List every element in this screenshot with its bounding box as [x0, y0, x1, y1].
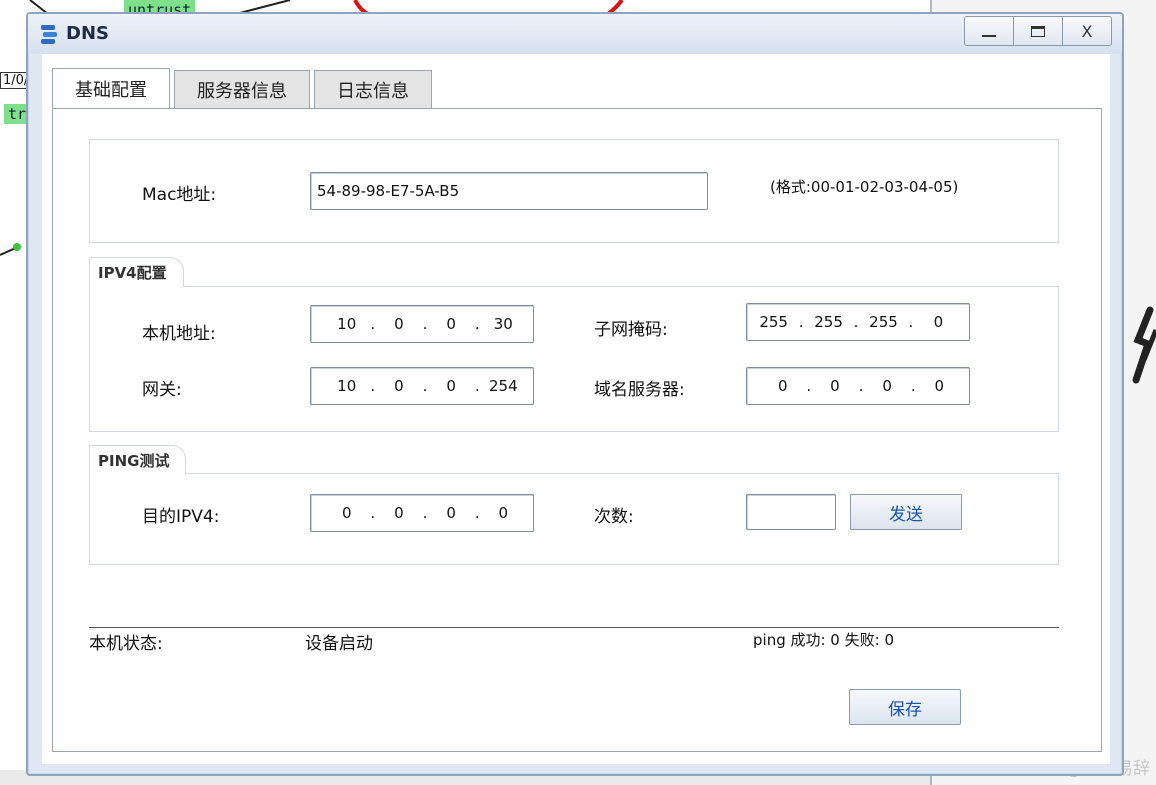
dns-server-field[interactable]: 0. 0. 0. 0: [746, 367, 970, 405]
mac-label: Mac地址:: [142, 185, 217, 205]
ping-count-field[interactable]: [746, 494, 836, 530]
gateway-label: 网关:: [142, 380, 182, 400]
ip-octet[interactable]: 10: [329, 315, 364, 333]
ping-group-title: PING测试: [89, 445, 187, 475]
ipv4-group-title: IPV4配置: [89, 257, 184, 287]
ip-octet[interactable]: 10: [329, 377, 364, 395]
tab-log-info[interactable]: 日志信息: [314, 70, 432, 108]
ip-octet[interactable]: 0: [922, 377, 957, 395]
maximize-icon: [1031, 25, 1045, 37]
window-title: DNS: [66, 23, 109, 44]
ip-octet[interactable]: 0: [486, 504, 521, 522]
ip-octet[interactable]: 255: [810, 313, 847, 331]
ip-octet[interactable]: 0: [920, 313, 957, 331]
dest-ipv4-field[interactable]: 0. 0. 0. 0: [310, 494, 534, 532]
mac-format-hint: (格式:00-01-02-03-04-05): [770, 178, 959, 196]
subnet-mask-label: 子网掩码:: [594, 320, 668, 340]
ip-octet[interactable]: 0: [765, 377, 800, 395]
ip-octet[interactable]: 255: [865, 313, 902, 331]
ping-result: ping 成功: 0 失败: 0: [753, 631, 894, 649]
tab-server-info[interactable]: 服务器信息: [174, 70, 310, 108]
ip-octet[interactable]: 0: [433, 315, 468, 333]
device-status-value: 设备启动: [305, 634, 373, 654]
ip-octet[interactable]: 254: [486, 377, 521, 395]
title-bar[interactable]: DNS X: [28, 14, 1122, 54]
dns-server-label: 域名服务器:: [594, 380, 685, 400]
dns-server-icon: [41, 25, 57, 44]
ip-octet[interactable]: 0: [433, 377, 468, 395]
minimize-button[interactable]: [964, 16, 1014, 46]
ping-count-label: 次数:: [594, 507, 634, 527]
ip-octet[interactable]: 30: [486, 315, 521, 333]
tab-panel-basic-config: Mac地址: 54-89-98-E7-5A-B5 (格式:00-01-02-03…: [52, 108, 1102, 752]
ip-octet[interactable]: 255: [755, 313, 792, 331]
dns-config-window: DNS X 基础配置 服务器信息 日志信息 Mac地址: 54-89-98-E7…: [26, 12, 1124, 776]
local-address-label: 本机地址:: [142, 324, 216, 344]
maximize-button[interactable]: [1013, 16, 1063, 46]
save-button[interactable]: 保存: [849, 689, 961, 725]
mac-group: Mac地址: 54-89-98-E7-5A-B5 (格式:00-01-02-03…: [89, 139, 1059, 243]
dest-ipv4-label: 目的IPV4:: [142, 507, 220, 527]
ipv4-group: 本机地址: 10. 0. 0. 30 子网掩码: 255. 255. 255. …: [89, 286, 1059, 432]
tab-bar: 基础配置 服务器信息 日志信息: [52, 68, 436, 108]
subnet-mask-field[interactable]: 255. 255. 255. 0: [746, 303, 970, 341]
close-icon: X: [1081, 21, 1093, 41]
ip-octet[interactable]: 0: [433, 504, 468, 522]
device-status-label: 本机状态:: [89, 634, 163, 654]
dialog-client: 基础配置 服务器信息 日志信息 Mac地址: 54-89-98-E7-5A-B5…: [42, 54, 1110, 764]
ip-octet[interactable]: 0: [329, 504, 364, 522]
tab-basic-config[interactable]: 基础配置: [52, 68, 170, 108]
window-controls: X: [964, 16, 1112, 46]
ping-group: 目的IPV4: 0. 0. 0. 0 次数: 发送: [89, 473, 1059, 565]
ip-octet[interactable]: 0: [869, 377, 904, 395]
ip-octet[interactable]: 0: [817, 377, 852, 395]
brush-stroke-icon: [1132, 306, 1156, 384]
ip-octet[interactable]: 0: [381, 315, 416, 333]
mac-address-field[interactable]: 54-89-98-E7-5A-B5: [310, 172, 708, 210]
send-button[interactable]: 发送: [850, 494, 962, 530]
status-divider: [89, 627, 1059, 628]
local-address-field[interactable]: 10. 0. 0. 30: [310, 305, 534, 343]
minimize-icon: [982, 35, 996, 37]
gateway-field[interactable]: 10. 0. 0. 254: [310, 367, 534, 405]
close-button[interactable]: X: [1062, 16, 1112, 46]
ip-octet[interactable]: 0: [381, 377, 416, 395]
ip-octet[interactable]: 0: [381, 504, 416, 522]
